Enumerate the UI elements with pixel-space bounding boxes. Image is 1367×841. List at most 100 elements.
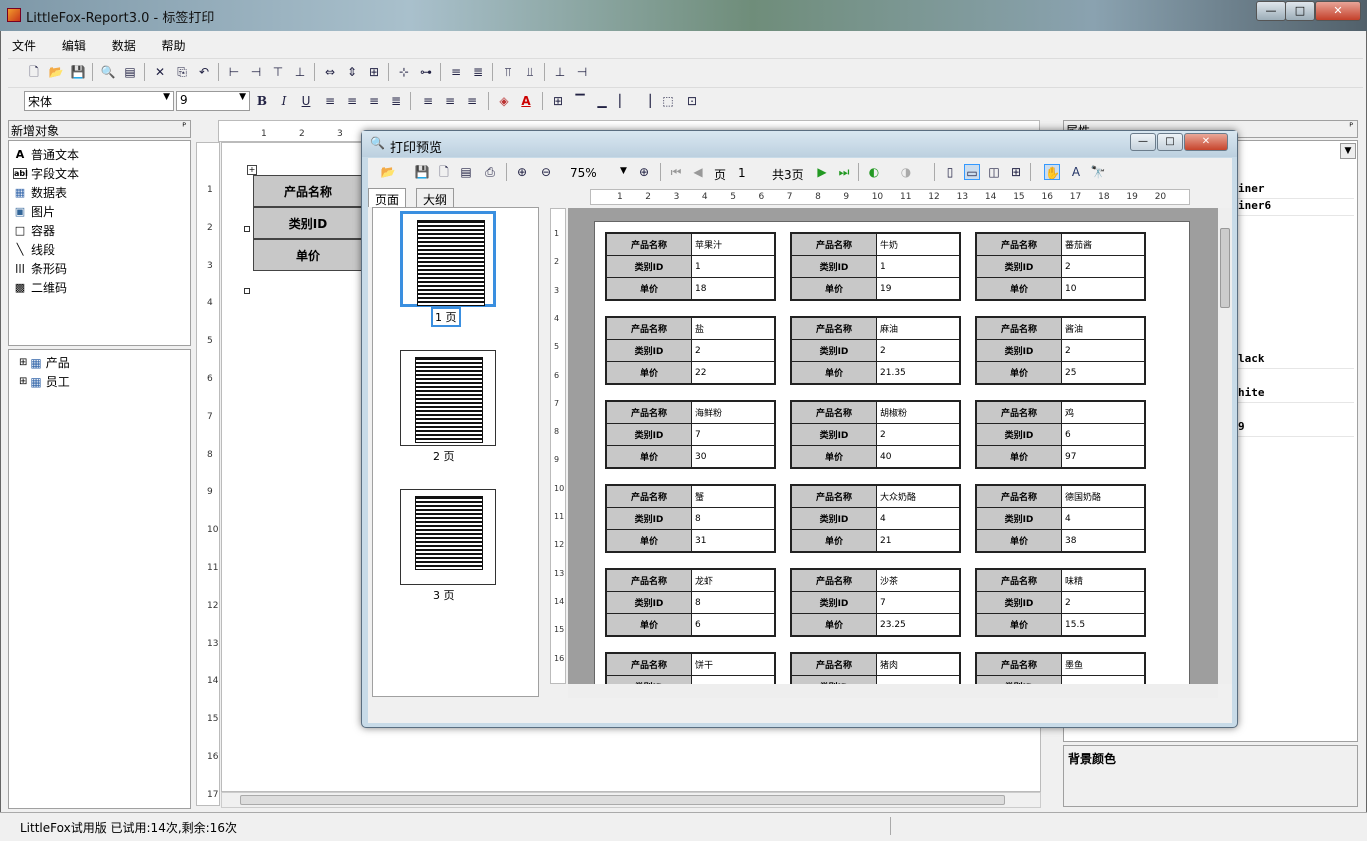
tab-pages[interactable]: 页面	[368, 188, 407, 207]
object-data-table[interactable]: ▦ 数据表	[9, 183, 190, 202]
text-select-icon[interactable]: A	[1068, 164, 1084, 180]
design-cell-price[interactable]: 单价	[253, 239, 363, 271]
text-align-center-icon[interactable]: ≡	[344, 93, 360, 109]
two-pages-icon[interactable]: ◫	[986, 164, 1002, 180]
bring-front-icon[interactable]: ⫪	[500, 64, 516, 80]
menu-edit[interactable]: 编辑	[58, 35, 90, 56]
text-align-right-icon[interactable]: ≡	[366, 93, 382, 109]
tree-node-employees[interactable]: ⊞ ▦ 员工	[15, 372, 184, 391]
align-top-icon[interactable]: ⊤	[270, 64, 286, 80]
first-page-icon[interactable]: ⏮	[668, 164, 684, 180]
object-qrcode[interactable]: ▩ 二维码	[9, 278, 190, 297]
single-page-icon[interactable]: ▯	[942, 164, 958, 180]
object-image[interactable]: ▣ 图片	[9, 202, 190, 221]
same-height-icon[interactable]: ⇕	[344, 64, 360, 80]
last-page-icon[interactable]: ⏭	[836, 164, 852, 180]
thumbnail-page-1[interactable]	[400, 211, 496, 307]
underline-button[interactable]: U	[298, 93, 314, 109]
resize-handle[interactable]	[244, 226, 250, 232]
align-bottom-icon[interactable]: ⊥	[292, 64, 308, 80]
thumbnail-page-2[interactable]	[400, 350, 496, 446]
undo-icon[interactable]: ↶	[196, 64, 212, 80]
grid-snap-icon[interactable]: ⊥	[552, 64, 568, 80]
back-icon[interactable]: ◐	[866, 164, 882, 180]
italic-button[interactable]: I	[276, 93, 292, 109]
font-family-select[interactable]: 宋体 ▼	[24, 91, 174, 111]
new-file-icon[interactable]: 🗋	[26, 64, 42, 80]
preview-hscrollbar[interactable]	[568, 684, 1218, 698]
preview-page-area[interactable]: 产品名称 苹果汁 类别ID 1 单价 18 产品名称 牛奶 类别ID 1 单价 19 产品名称 蕃茄酱 类别…	[568, 208, 1218, 684]
save-icon[interactable]: 💾	[414, 164, 430, 180]
zoom-in-icon[interactable]: ⊕	[514, 164, 530, 180]
prev-page-icon[interactable]: ◀	[690, 164, 706, 180]
same-width-icon[interactable]: ⇔	[322, 64, 338, 80]
thumbnail-page-3[interactable]	[400, 489, 496, 585]
expand-icon[interactable]: ⊞	[19, 357, 27, 368]
object-field-text[interactable]: abl 字段文本	[9, 164, 190, 183]
font-color-icon[interactable]: A	[518, 93, 534, 109]
close-button[interactable]: ✕	[1315, 1, 1361, 21]
tab-outline[interactable]: 大纲	[416, 188, 455, 207]
dialog-minimize-button[interactable]: —	[1130, 133, 1156, 151]
dialog-close-button[interactable]: ✕	[1184, 133, 1228, 151]
minimize-button[interactable]: —	[1256, 1, 1286, 21]
border-style-icon[interactable]: ⊡	[684, 93, 700, 109]
page-number-input[interactable]: 1	[738, 166, 746, 180]
object-select-dropdown[interactable]: ▼	[1340, 143, 1356, 159]
border-none-icon[interactable]: ⬚	[660, 93, 676, 109]
zoom-dropdown-icon[interactable]: ▼	[620, 166, 627, 176]
object-plain-text[interactable]: A 普通文本	[9, 145, 190, 164]
paste-icon[interactable]: ⎘	[174, 64, 190, 80]
forward-icon[interactable]: ◑	[898, 164, 914, 180]
open-folder-icon[interactable]: 📂	[48, 64, 64, 80]
save-icon[interactable]: 💾	[70, 64, 86, 80]
text-align-left-icon[interactable]: ≡	[322, 93, 338, 109]
pin-icon[interactable]: ᴾ	[182, 122, 186, 133]
move-handle-icon[interactable]: +	[247, 165, 257, 175]
send-back-icon[interactable]: ⫫	[522, 64, 538, 80]
bold-button[interactable]: B	[254, 93, 270, 109]
hand-tool-icon[interactable]: ✋	[1044, 164, 1060, 180]
print-preview-icon[interactable]: 🔍	[100, 64, 116, 80]
border-top-icon[interactable]: ▔	[572, 93, 588, 109]
page-setup-icon[interactable]: ▤	[122, 64, 138, 80]
tree-node-products[interactable]: ⊞ ▦ 产品	[15, 353, 184, 372]
valign-top-icon[interactable]: ≡	[420, 93, 436, 109]
find-icon[interactable]: 🔭	[1090, 164, 1106, 180]
expand-icon[interactable]: ⊞	[19, 376, 27, 387]
center-horizontal-icon[interactable]: ⊶	[418, 64, 434, 80]
design-cell-name[interactable]: 产品名称	[253, 175, 363, 207]
border-all-icon[interactable]: ⊞	[550, 93, 566, 109]
text-justify-icon[interactable]: ≣	[388, 93, 404, 109]
next-page-icon[interactable]: ▶	[814, 164, 830, 180]
border-bottom-icon[interactable]: ▁	[594, 93, 610, 109]
zoom-out-icon[interactable]: ⊖	[538, 164, 554, 180]
same-size-icon[interactable]: ⊞	[366, 64, 382, 80]
print-icon[interactable]: ⎙	[482, 164, 498, 180]
fit-page-icon[interactable]: ▭	[964, 164, 980, 180]
align-right-icon[interactable]: ⊣	[248, 64, 264, 80]
object-container[interactable]: □ 容器	[9, 221, 190, 240]
dialog-maximize-button[interactable]: □	[1157, 133, 1183, 151]
border-left-icon[interactable]: ▏	[616, 93, 632, 109]
menu-help[interactable]: 帮助	[158, 35, 190, 56]
spacing-vertical-icon[interactable]: ≡	[448, 64, 464, 80]
menu-file[interactable]: 文件	[8, 35, 40, 56]
align-left-icon[interactable]: ⊢	[226, 64, 242, 80]
font-size-select[interactable]: 9 ▼	[176, 91, 250, 111]
spacing-equal-icon[interactable]: ≣	[470, 64, 486, 80]
border-right-icon[interactable]: ▕	[638, 93, 654, 109]
design-cell-category[interactable]: 类别ID	[253, 207, 363, 239]
page-setup-icon[interactable]: ▤	[458, 164, 474, 180]
object-barcode[interactable]: ||| 条形码	[9, 259, 190, 278]
pin-icon[interactable]: ᴾ	[1349, 122, 1353, 133]
zoom-select[interactable]: 75%	[570, 166, 597, 180]
preview-vscrollbar[interactable]	[1218, 208, 1232, 684]
valign-bottom-icon[interactable]: ≡	[464, 93, 480, 109]
design-hscrollbar[interactable]	[221, 792, 1041, 808]
grid-toggle-icon[interactable]: ⊣	[574, 64, 590, 80]
export-icon[interactable]: 🗋	[436, 164, 452, 180]
object-line[interactable]: ╲ 线段	[9, 240, 190, 259]
resize-handle[interactable]	[244, 288, 250, 294]
fill-color-icon[interactable]: ◈	[496, 93, 512, 109]
